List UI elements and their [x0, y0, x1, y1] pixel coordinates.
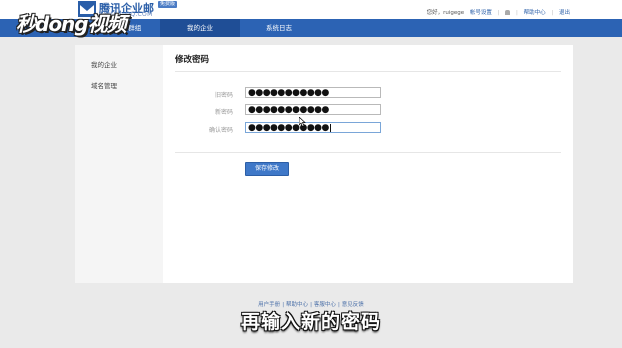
sidebar-item-domain-management[interactable]: 域名管理 — [91, 80, 117, 90]
sidebar-item-my-enterprise[interactable]: 我的企业 — [91, 59, 117, 69]
save-button[interactable]: 保存修改 — [245, 162, 289, 176]
confirm-password-field[interactable]: ●●●●●●●●●●● — [245, 122, 381, 133]
confirm-password-value: ●●●●●●●●●●● — [248, 123, 329, 133]
confirm-password-label: 确认密码 — [208, 127, 233, 134]
separator: | — [516, 10, 518, 16]
logout-link[interactable]: 退出 — [559, 10, 570, 16]
old-password-label: 旧密码 — [214, 92, 233, 99]
edition-badge: 免费版 — [158, 1, 178, 8]
new-password-label: 新密码 — [214, 109, 233, 116]
new-password-field[interactable]: ●●●●●●●●●●● — [245, 104, 381, 115]
text-caret — [329, 123, 331, 132]
sidebar: 我的企业 域名管理 — [75, 45, 163, 283]
divider — [175, 71, 561, 72]
greeting: 您好，ruigege — [426, 10, 465, 16]
old-password-field[interactable]: ●●●●●●●●●●● — [245, 87, 381, 98]
notification-bell-icon[interactable] — [505, 10, 511, 15]
video-watermark: 秒dong视频 — [16, 12, 127, 36]
tab-my-enterprise[interactable]: 我的企业 — [160, 19, 240, 37]
divider — [175, 152, 561, 153]
separator: | — [497, 10, 500, 16]
mouse-cursor-icon — [299, 117, 306, 127]
main-content: 修改密码 旧密码 ●●●●●●●●●●● 新密码 ●●●●●●●●●●● 确认密… — [163, 45, 573, 283]
help-center-link[interactable]: 帮助中心 — [524, 10, 546, 16]
page-title: 修改密码 — [175, 55, 210, 65]
user-bar: 您好，ruigege 帐号设置 | | 帮助中心 | 退出 — [423, 8, 570, 16]
separator: | — [551, 10, 554, 16]
tab-system-log[interactable]: 系统日志 — [240, 19, 318, 37]
account-settings-link[interactable]: 帐号设置 — [470, 10, 492, 16]
video-subtitle: 再输入新的密码 — [240, 311, 381, 333]
